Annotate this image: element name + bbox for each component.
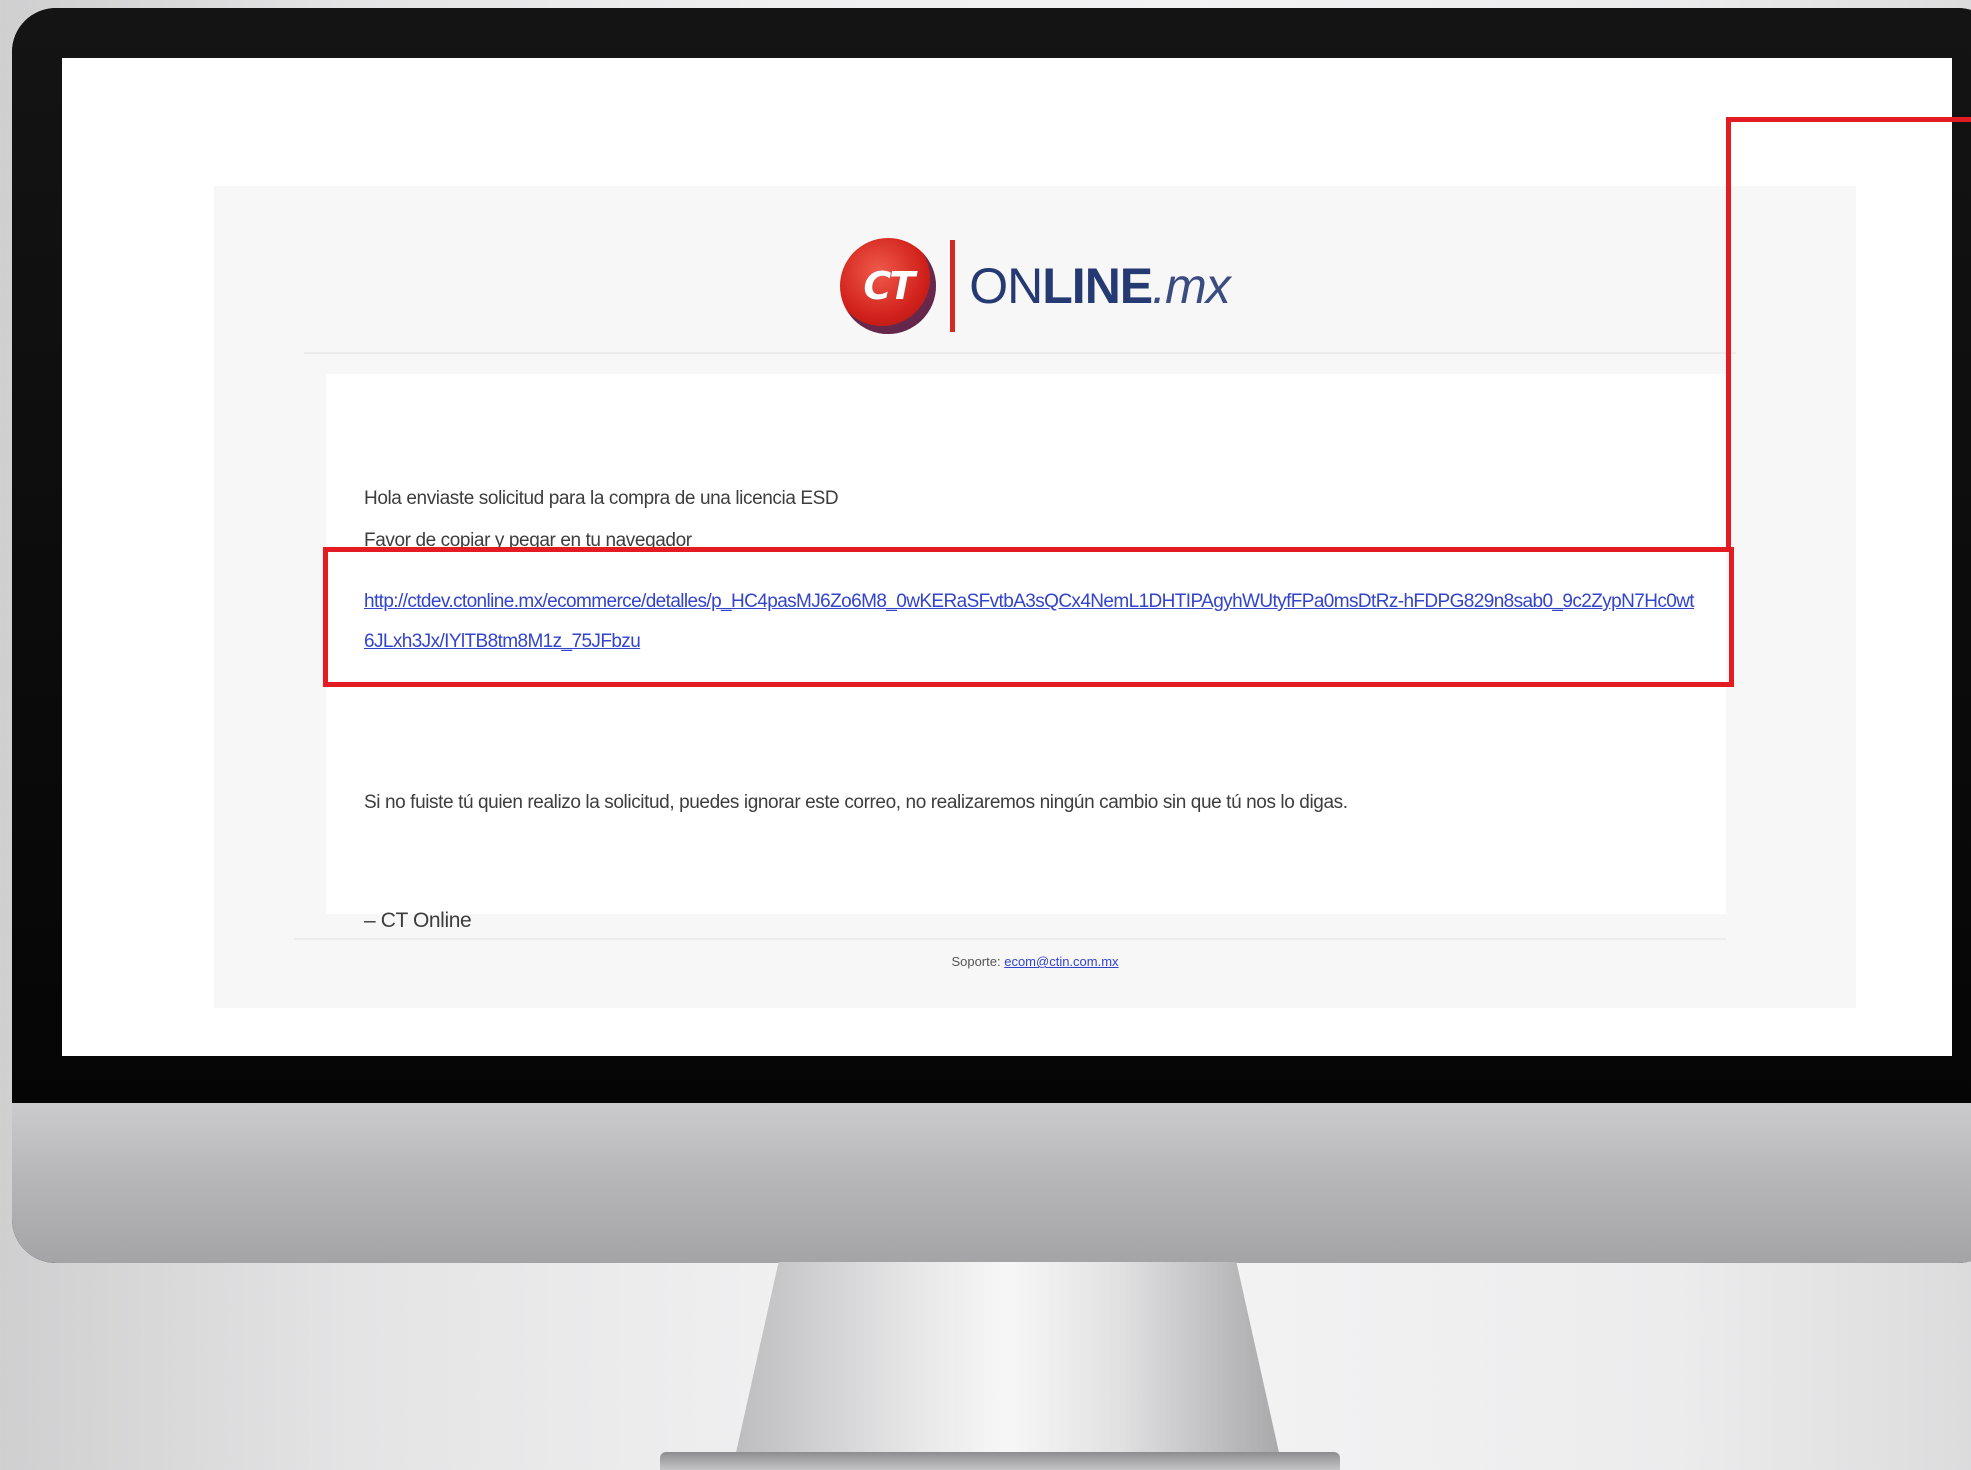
email-footer: Soporte: ecom@ctin.com.mx — [214, 954, 1856, 969]
signature-text: – CT Online — [364, 909, 472, 932]
link-highlight-box — [323, 547, 1734, 687]
ct-logo-icon: CT — [840, 238, 937, 334]
support-email-link[interactable]: ecom@ctin.com.mx — [1004, 954, 1118, 969]
greeting-text: Hola enviaste solicitud para la compra d… — [364, 488, 839, 509]
header-divider — [304, 352, 1736, 354]
monitor-stand-base — [660, 1452, 1340, 1470]
logo-word-prefix: ON — [969, 258, 1043, 314]
monitor-stand-neck — [735, 1262, 1280, 1457]
logo-word-bold: LINE — [1042, 258, 1153, 314]
footer-support-label: Soporte: — [951, 954, 1001, 969]
logo-wordmark: ONLINE.mx — [969, 257, 1231, 315]
logo-word-suffix: .mx — [1152, 258, 1231, 314]
ignore-notice-text: Si no fuiste tú quien realizo la solicit… — [364, 792, 1348, 813]
footer-divider — [294, 938, 1726, 940]
logo-mark-text: CT — [863, 264, 915, 308]
callout-line-horizontal — [1726, 117, 1971, 122]
logo-divider — [950, 240, 956, 332]
callout-line-vertical — [1726, 117, 1731, 550]
monitor-chin — [12, 1103, 1971, 1263]
brand-logo: CT ONLINE.mx — [214, 231, 1856, 341]
